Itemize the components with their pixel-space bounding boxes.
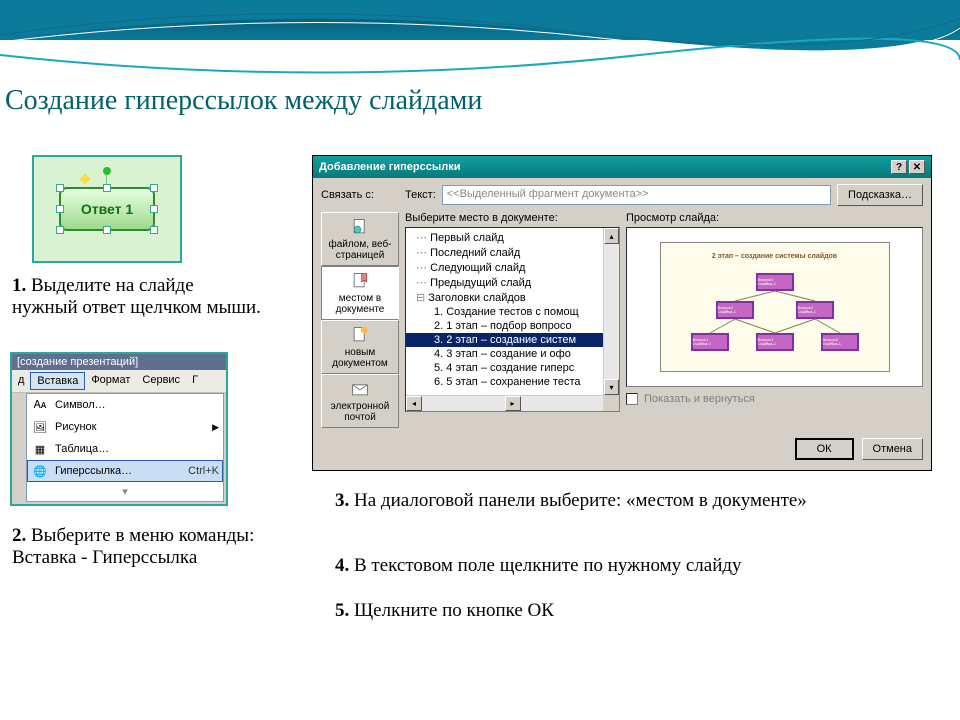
- menu-window-title: [создание презентаций]: [12, 354, 226, 370]
- page-title: Создание гиперссылок между слайдами: [5, 85, 482, 117]
- preview-node: Вопрос2 Ошибка-1: [796, 301, 834, 319]
- tree-item: 5. 4 этап – создание гиперс: [406, 361, 619, 375]
- new-doc-icon: [349, 325, 371, 345]
- bookmark-doc-icon: [349, 271, 371, 291]
- tree-item: ⋯ Следующий слайд: [406, 260, 619, 275]
- dialog-title: Добавление гиперссылки: [319, 161, 460, 173]
- menu-popup: 🗛 Символ… 🖼 Рисунок ▶ ▦ Таблица… 🌐 Гипер…: [26, 393, 224, 502]
- resize-handle-icon: [103, 184, 111, 192]
- document-outline-tree[interactable]: ⋯ Первый слайд ⋯ Последний слайд ⋯ Следу…: [405, 227, 620, 412]
- step-1-text: 1. Выделите на слайде нужный ответ щелчк…: [12, 275, 262, 319]
- tree-item-expanded: ⊟ Заголовки слайдов: [406, 290, 619, 305]
- file-web-icon: [349, 217, 371, 237]
- slide-preview: 2 этап – создание системы слайдов Вопрос…: [660, 242, 890, 372]
- preview-node: Вопрос1 Ошибка-1: [756, 333, 794, 351]
- step-3-text: 3. На диалоговой панели выберите: «место…: [335, 490, 895, 512]
- text-label: Текст:: [405, 189, 436, 201]
- tab-email[interactable]: электронной почтой: [321, 374, 399, 428]
- dialog-titlebar: Добавление гиперссылки ? ✕: [313, 156, 931, 178]
- resize-handle-icon: [56, 184, 64, 192]
- menu-insert[interactable]: Вставка: [30, 372, 85, 390]
- menu-bar: д Вставка Формат Сервис Г: [12, 370, 226, 393]
- menu-service[interactable]: Сервис: [136, 372, 186, 390]
- menu-item-table[interactable]: ▦ Таблица…: [27, 438, 223, 460]
- text-field[interactable]: <<Выделенный фрагмент документа>>: [442, 185, 831, 205]
- resize-handle-icon: [56, 205, 64, 213]
- slide-preview-box: 2 этап – создание системы слайдов Вопрос…: [626, 227, 923, 387]
- submenu-arrow-icon: ▶: [212, 422, 219, 433]
- preview-node: Вопрос1 Ошибка-1: [691, 333, 729, 351]
- scroll-right-icon[interactable]: ▸: [505, 396, 521, 411]
- tooltip-button[interactable]: Подсказка…: [837, 184, 923, 206]
- scroll-left-icon[interactable]: ◂: [406, 396, 422, 411]
- preview-node: Вопрос1 Ошибка-1: [756, 273, 794, 291]
- slide-preview-title: 2 этап – создание системы слайдов: [661, 253, 889, 260]
- choose-place-label: Выберите место в документе:: [405, 212, 620, 224]
- cancel-button[interactable]: Отмена: [862, 438, 923, 460]
- picture-icon: 🖼: [31, 419, 49, 435]
- tree-item: 4. 3 этап – создание и офо: [406, 347, 619, 361]
- tab-new-doc[interactable]: новым документом: [321, 320, 399, 374]
- menu-item-picture[interactable]: 🖼 Рисунок ▶: [27, 416, 223, 438]
- step-4-text: 4. В текстовом поле щелкните по нужному …: [335, 555, 895, 577]
- resize-handle-icon: [150, 226, 158, 234]
- tree-item: 6. 5 этап – сохранение теста: [406, 375, 619, 389]
- email-icon: [349, 379, 371, 399]
- symbol-icon: 🗛: [31, 397, 49, 413]
- close-button[interactable]: ✕: [909, 160, 925, 174]
- show-and-return-row: Показать и вернуться: [626, 393, 923, 405]
- preview-node: Вопрос2 Ошибка-1: [716, 301, 754, 319]
- resize-handle-icon: [150, 184, 158, 192]
- tree-item: 1. Создание тестов с помощ: [406, 305, 619, 319]
- tree-item: ⋯ Последний слайд: [406, 245, 619, 260]
- tree-item: 2. 1 этап – подбор вопросо: [406, 319, 619, 333]
- step-5-text: 5. Щелкните по кнопке ОК: [335, 600, 895, 622]
- menu-screenshot: [создание презентаций] д Вставка Формат …: [10, 352, 228, 506]
- scroll-corner: [603, 396, 619, 411]
- show-return-label: Показать и вернуться: [644, 393, 755, 405]
- rotation-handle-icon: [103, 167, 111, 175]
- preview-label: Просмотр слайда:: [626, 212, 923, 224]
- menu-item-hyperlink[interactable]: 🌐 Гиперссылка… Ctrl+K: [27, 460, 223, 482]
- answer-button: Ответ 1: [59, 187, 155, 231]
- adjust-handle-icon: [79, 173, 90, 184]
- menu-item-symbol[interactable]: 🗛 Символ…: [27, 394, 223, 416]
- link-to-tabs: файлом, веб-страницей местом в документе…: [321, 212, 399, 428]
- hyperlink-dialog: Добавление гиперссылки ? ✕ Связать с: Те…: [312, 155, 932, 471]
- menu-expand[interactable]: ▾: [27, 482, 223, 501]
- resize-handle-icon: [56, 226, 64, 234]
- show-return-checkbox[interactable]: [626, 393, 638, 405]
- tree-item: ⋯ Первый слайд: [406, 230, 619, 245]
- tree-item-selected: 3. 2 этап – создание систем: [406, 333, 619, 347]
- step-2-text: 2. Выберите в меню команды: Вставка - Ги…: [12, 525, 262, 569]
- menu-format[interactable]: Формат: [85, 372, 136, 390]
- scroll-down-icon[interactable]: ▾: [604, 379, 619, 395]
- resize-handle-icon: [150, 205, 158, 213]
- answer-button-label: Ответ 1: [81, 201, 133, 217]
- vertical-scrollbar[interactable]: ▴ ▾: [603, 228, 619, 411]
- answer-shape-screenshot: Ответ 1: [32, 155, 182, 263]
- shortcut-label: Ctrl+K: [188, 465, 219, 477]
- preview-node: Вопрос2 Ошибка-1: [821, 333, 859, 351]
- help-button[interactable]: ?: [891, 160, 907, 174]
- link-to-label: Связать с:: [321, 189, 399, 201]
- table-icon: ▦: [31, 441, 49, 457]
- globe-icon: 🌐: [31, 463, 49, 479]
- tree-item: ⋯ Предыдущий слайд: [406, 275, 619, 290]
- scroll-up-icon[interactable]: ▴: [604, 228, 619, 244]
- resize-handle-icon: [103, 226, 111, 234]
- horizontal-scrollbar[interactable]: ◂ ▸: [406, 395, 619, 411]
- chevron-down-icon: ▾: [122, 485, 128, 498]
- ok-button[interactable]: ОК: [795, 438, 854, 460]
- tab-place-in-doc[interactable]: местом в документе: [321, 266, 399, 320]
- tab-file-webpage[interactable]: файлом, веб-страницей: [321, 212, 399, 266]
